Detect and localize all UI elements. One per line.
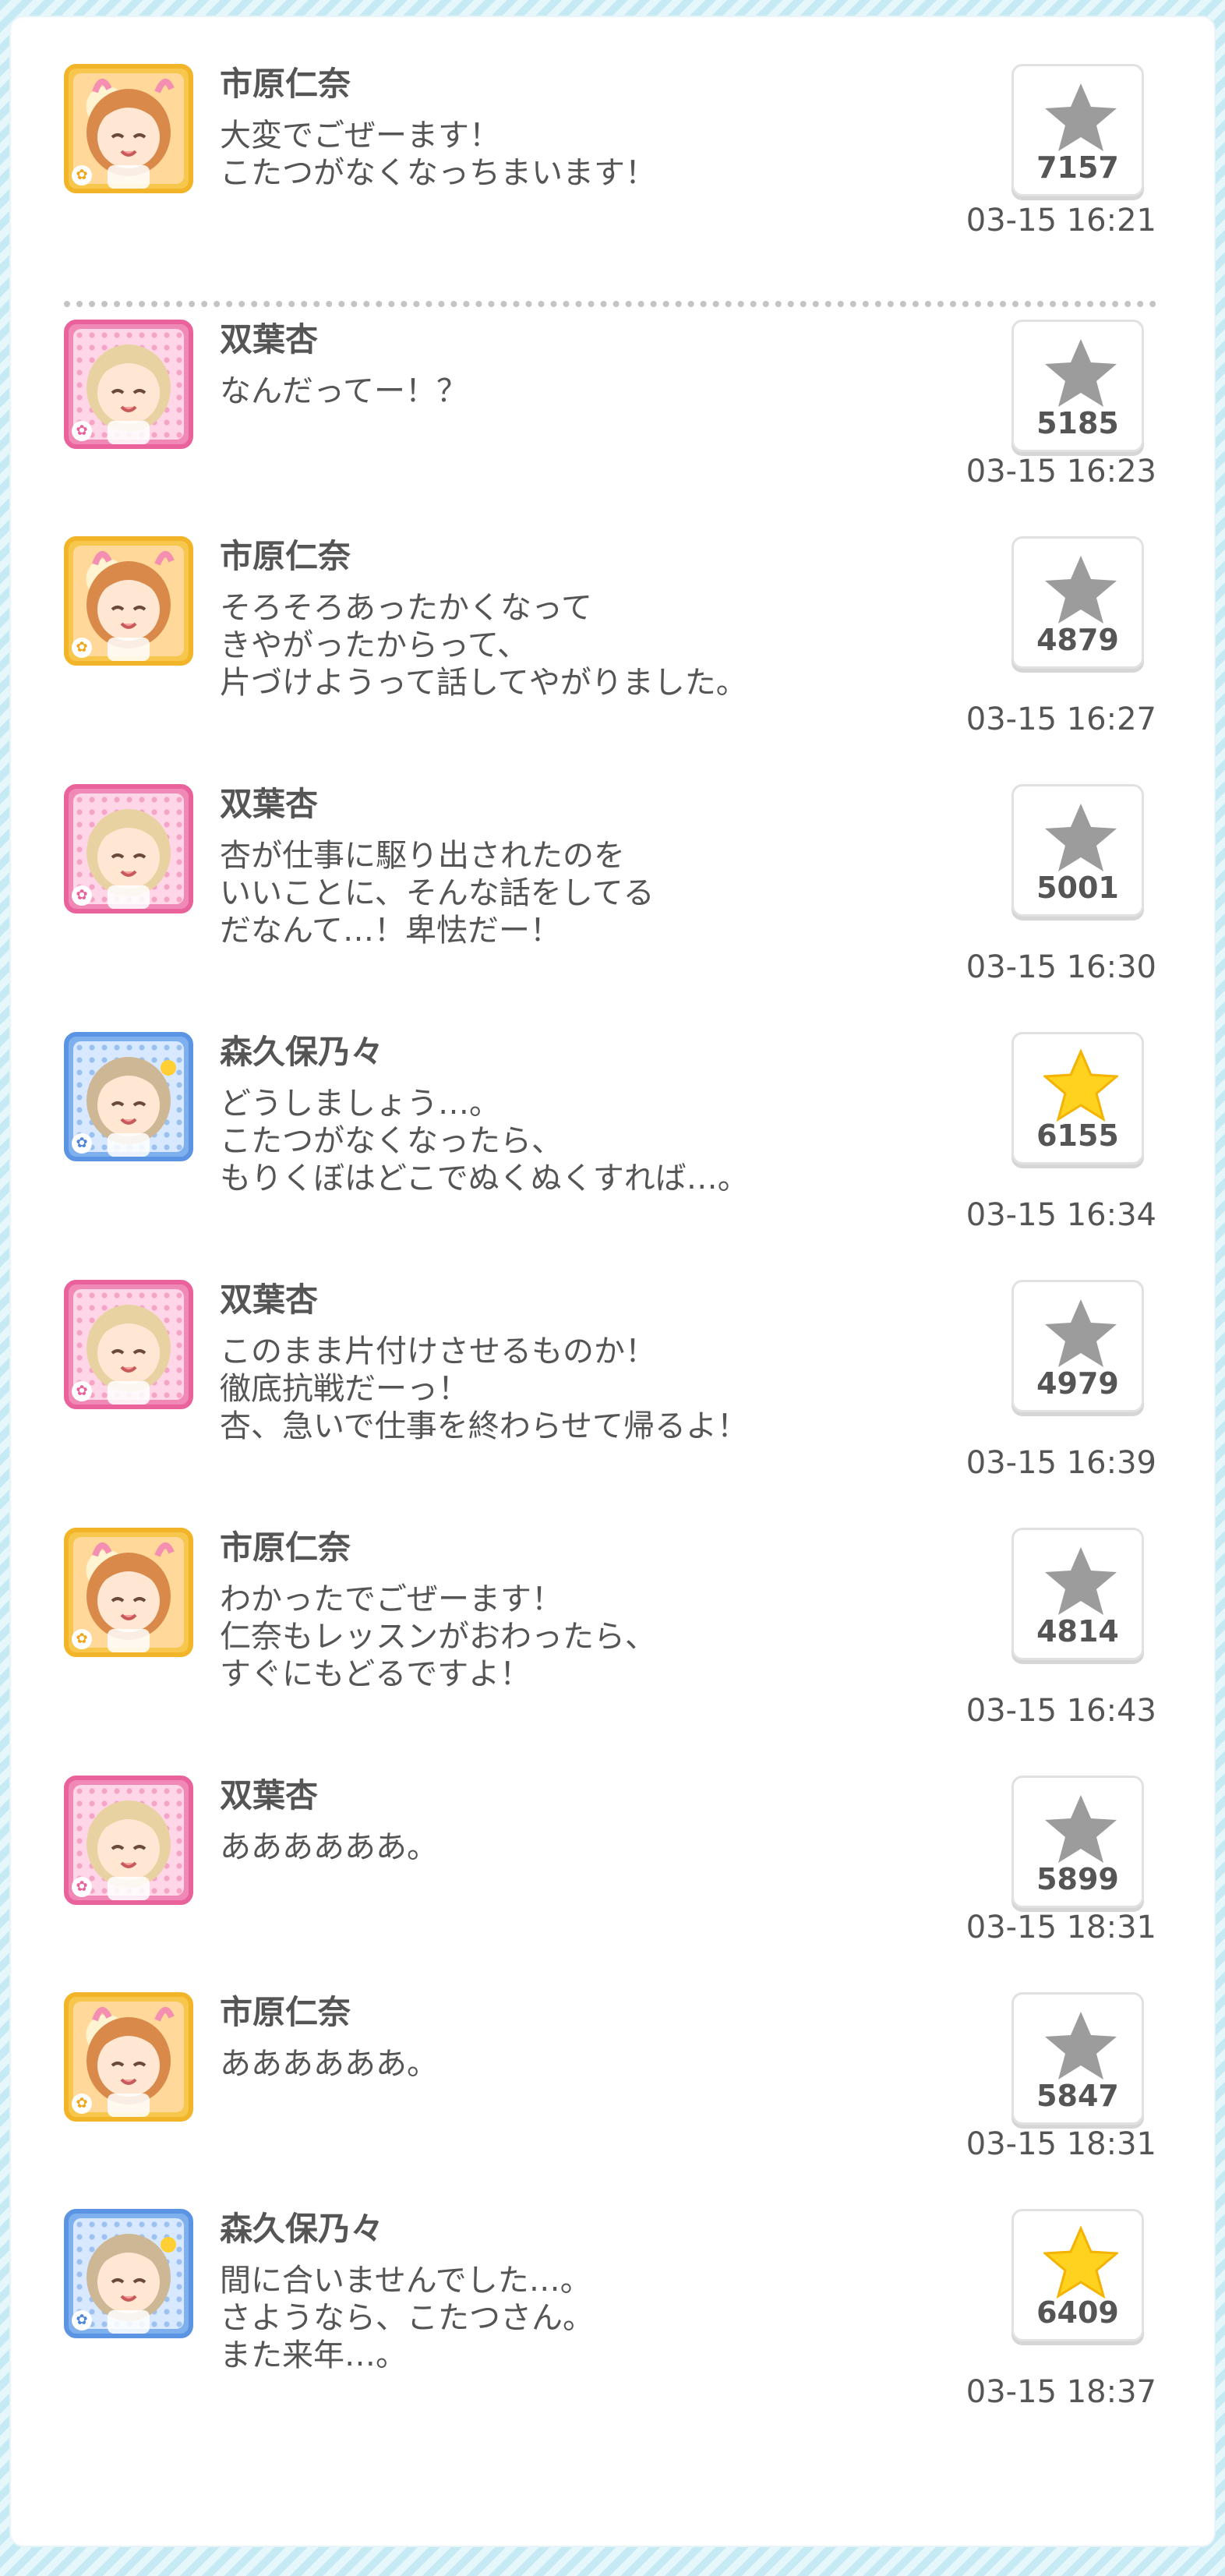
like-button[interactable]: 5185 bbox=[1011, 320, 1144, 452]
avatar-nina[interactable]: ✿ bbox=[64, 536, 193, 666]
like-count: 6155 bbox=[1036, 1118, 1119, 1153]
message-text: 間に合いませんでした…。 さようなら、こたつさん。 また来年…。 bbox=[220, 2263, 594, 2373]
star-icon bbox=[1043, 2225, 1118, 2299]
like-count: 4879 bbox=[1036, 623, 1119, 657]
like-count: 5899 bbox=[1036, 1862, 1119, 1896]
character-name: 森久保乃々 bbox=[220, 2210, 384, 2248]
like-count: 4979 bbox=[1036, 1366, 1119, 1401]
like-button[interactable]: 6409 bbox=[1011, 2209, 1144, 2341]
like-count: 7157 bbox=[1036, 150, 1119, 185]
star-icon bbox=[1045, 2012, 1117, 2080]
flower-icon: ✿ bbox=[72, 1133, 92, 1154]
star-icon bbox=[1045, 1547, 1117, 1615]
like-count: 5847 bbox=[1036, 2079, 1119, 2113]
flower-icon: ✿ bbox=[72, 638, 92, 658]
message-text: ああああああ。 bbox=[220, 1829, 438, 1865]
avatar-nonoka[interactable]: ✿ bbox=[64, 2209, 193, 2338]
star-icon bbox=[1045, 1795, 1117, 1863]
like-button[interactable]: 4814 bbox=[1011, 1528, 1144, 1660]
flower-icon: ✿ bbox=[72, 165, 92, 186]
star-icon bbox=[1043, 1048, 1118, 1122]
flower-icon: ✿ bbox=[72, 2094, 92, 2114]
like-button[interactable]: 4879 bbox=[1011, 536, 1144, 669]
character-name: 市原仁奈 bbox=[220, 1993, 351, 2031]
timestamp: 03-15 18:37 bbox=[966, 2374, 1156, 2410]
message-text: 大変でごぜーます！ こたつがなくなっちまいます！ bbox=[220, 118, 656, 191]
timestamp: 03-15 16:23 bbox=[966, 454, 1156, 489]
flower-icon: ✿ bbox=[72, 1629, 92, 1649]
avatar-anzu[interactable]: ✿ bbox=[64, 320, 193, 449]
like-button[interactable]: 5847 bbox=[1011, 1992, 1144, 2125]
star-icon bbox=[1045, 804, 1117, 871]
timestamp: 03-15 16:30 bbox=[966, 949, 1156, 985]
character-name: 双葉杏 bbox=[220, 1281, 319, 1319]
character-name: 森久保乃々 bbox=[220, 1033, 384, 1071]
message-text: ああああああ。 bbox=[220, 2046, 438, 2082]
timestamp: 03-15 16:43 bbox=[966, 1693, 1156, 1729]
timestamp: 03-15 16:21 bbox=[966, 203, 1156, 239]
character-name: 双葉杏 bbox=[220, 320, 319, 359]
avatar-nina[interactable]: ✿ bbox=[64, 1992, 193, 2122]
avatar-nina[interactable]: ✿ bbox=[64, 64, 193, 193]
timestamp: 03-15 16:34 bbox=[966, 1197, 1156, 1233]
flower-icon: ✿ bbox=[72, 1877, 92, 1897]
message-text: 杏が仕事に駆り出されたのを いいことに、そんな話をしてる だなんて…！卑怯だー！ bbox=[220, 838, 655, 949]
flower-icon: ✿ bbox=[72, 2310, 92, 2330]
like-button[interactable]: 5899 bbox=[1011, 1776, 1144, 1908]
avatar-anzu[interactable]: ✿ bbox=[64, 1776, 193, 1905]
message-text: このまま片付けさせるものか！ 徹底抗戦だーっ！ 杏、急いで仕事を終わらせて帰るよ… bbox=[220, 1334, 748, 1444]
like-count: 6409 bbox=[1036, 2295, 1119, 2330]
avatar-nina[interactable]: ✿ bbox=[64, 1528, 193, 1657]
star-icon bbox=[1045, 1299, 1117, 1367]
timestamp: 03-15 18:31 bbox=[966, 2126, 1156, 2162]
character-name: 市原仁奈 bbox=[220, 1528, 351, 1567]
avatar-anzu[interactable]: ✿ bbox=[64, 1280, 193, 1409]
like-button[interactable]: 7157 bbox=[1011, 64, 1144, 196]
star-icon bbox=[1045, 83, 1117, 151]
message-panel: ✿ 市原仁奈 大変でごぜーます！ こたつがなくなっちまいます！ 7157 03-15 1… bbox=[11, 17, 1214, 2546]
like-count: 5001 bbox=[1036, 871, 1119, 905]
character-name: 双葉杏 bbox=[220, 1776, 319, 1815]
avatar-anzu[interactable]: ✿ bbox=[64, 784, 193, 913]
message-text: なんだってー！？ bbox=[220, 373, 468, 409]
flower-icon: ✿ bbox=[72, 421, 92, 441]
like-count: 5185 bbox=[1036, 406, 1119, 440]
flower-icon: ✿ bbox=[72, 885, 92, 906]
like-button[interactable]: 5001 bbox=[1011, 784, 1144, 917]
flower-icon: ✿ bbox=[72, 1381, 92, 1401]
avatar-nonoka[interactable]: ✿ bbox=[64, 1032, 193, 1161]
like-count: 4814 bbox=[1036, 1614, 1119, 1648]
like-button[interactable]: 4979 bbox=[1011, 1280, 1144, 1412]
message-text: どうしましょう…。 こたつがなくなったら、 もりくぼはどこでぬくぬくすれば…。 bbox=[220, 1086, 749, 1196]
character-name: 双葉杏 bbox=[220, 785, 319, 823]
timestamp: 03-15 18:31 bbox=[966, 1910, 1156, 1945]
character-name: 市原仁奈 bbox=[220, 537, 351, 575]
timestamp: 03-15 16:27 bbox=[966, 701, 1156, 737]
character-name: 市原仁奈 bbox=[220, 65, 351, 103]
message-text: わかったでごぜーます！ 仁奈もレッスンがおわったら、 すぐにもどるですよ！ bbox=[220, 1581, 656, 1692]
divider bbox=[64, 301, 1156, 307]
star-icon bbox=[1045, 339, 1117, 407]
like-button[interactable]: 6155 bbox=[1011, 1032, 1144, 1164]
star-icon bbox=[1045, 556, 1117, 624]
message-text: そろそろあったかくなって きやがったからって、 片づけようって話してやがりました… bbox=[220, 590, 747, 701]
timestamp: 03-15 16:39 bbox=[966, 1445, 1156, 1481]
